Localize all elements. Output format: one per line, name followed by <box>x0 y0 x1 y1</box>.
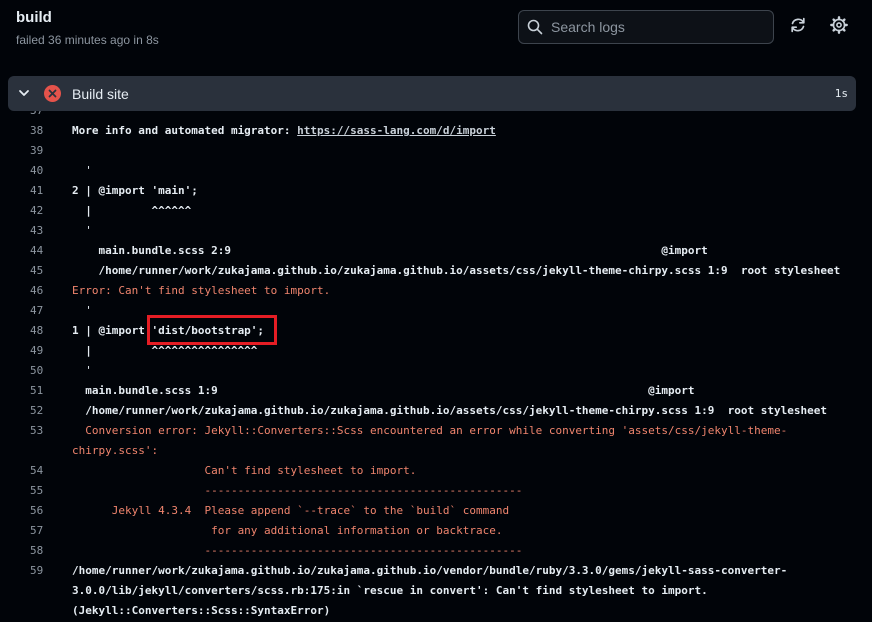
line-text-content: Error: Can't find stylesheet to import. <box>72 284 331 297</box>
line-number[interactable]: 49 <box>30 341 60 361</box>
line-text: for any additional information or backtr… <box>72 521 502 541</box>
line-number[interactable]: 47 <box>30 301 60 321</box>
line-text-content: ' <box>72 304 92 317</box>
line-text-content: More info and automated migrator: <box>72 124 298 137</box>
line-text-content: (Jekyll::Converters::Scss::SyntaxError) <box>72 604 331 617</box>
x-icon <box>48 89 57 98</box>
line-text-content: /home/runner/work/zukajama.github.io/zuk… <box>72 264 841 277</box>
line-text: (Jekyll::Converters::Scss::SyntaxError) <box>72 601 330 621</box>
line-text-content: Jekyll 4.3.4 Please append `--trace` to … <box>72 504 510 517</box>
line-number[interactable]: 48 <box>30 321 60 341</box>
line-number[interactable]: 52 <box>30 401 60 421</box>
line-text-content: ----------------------------------------… <box>72 484 523 497</box>
line-text: main.bundle.scss 2:9 @import <box>72 241 708 261</box>
line-text: chirpy.scss': <box>72 441 158 461</box>
failure-icon <box>44 85 61 102</box>
line-text-content: main.bundle.scss 2:9 @import <box>72 244 708 257</box>
chevron-down-icon[interactable] <box>18 87 30 99</box>
line-number[interactable]: 40 <box>30 161 60 181</box>
line-text: ' <box>72 161 92 181</box>
step-duration: 1s <box>834 87 848 100</box>
line-text: Conversion error: Jekyll::Converters::Sc… <box>72 421 787 441</box>
line-text-content: 2 | @import 'main'; <box>72 184 198 197</box>
line-text-content: ' <box>72 164 92 177</box>
line-text-content: chirpy.scss': <box>72 444 159 457</box>
line-text: ----------------------------------------… <box>72 481 522 501</box>
line-number[interactable]: 59 <box>30 561 60 581</box>
line-text: 3.0.0/lib/jekyll/converters/scss.rb:175:… <box>72 581 708 601</box>
search-box[interactable] <box>518 10 774 44</box>
refresh-icon <box>791 17 805 33</box>
line-number[interactable]: 42 <box>30 201 60 221</box>
line-text: main.bundle.scss 1:9 @import <box>72 381 695 401</box>
line-text: /home/runner/work/zukajama.github.io/zuk… <box>72 261 840 281</box>
line-number[interactable]: 55 <box>30 481 60 501</box>
settings-button[interactable] <box>829 15 849 35</box>
line-text-content: ' <box>72 364 92 377</box>
line-text-content: for any additional information or backtr… <box>72 524 503 537</box>
highlight-box <box>147 315 277 345</box>
line-number[interactable]: 38 <box>30 121 60 141</box>
line-number[interactable]: 50 <box>30 361 60 381</box>
line-number[interactable]: 56 <box>30 501 60 521</box>
step-header[interactable]: Build site 1s <box>8 76 856 111</box>
log-link[interactable]: https://sass-lang.com/d/import <box>297 124 496 137</box>
line-number[interactable]: 51 <box>30 381 60 401</box>
line-text-content: | ^^^^^^ <box>72 204 192 217</box>
line-text-content: main.bundle.scss 1:9 @import <box>72 384 695 397</box>
line-text-content: 3.0.0/lib/jekyll/converters/scss.rb:175:… <box>72 584 708 597</box>
job-status: failed 36 minutes ago in 8s <box>16 33 159 47</box>
gear-icon <box>830 16 848 34</box>
step-name: Build site <box>72 86 129 102</box>
line-text: Error: Can't find stylesheet to import. <box>72 281 330 301</box>
search-input[interactable] <box>551 17 765 37</box>
line-text: ' <box>72 221 92 241</box>
line-number[interactable]: 41 <box>30 181 60 201</box>
line-number[interactable]: 58 <box>30 541 60 561</box>
line-text: /home/runner/work/zukajama.github.io/zuk… <box>72 401 827 421</box>
log-output[interactable]: 3738 More info and automated migrator: ht… <box>0 111 872 622</box>
line-text-content: Conversion error: Jekyll::Converters::Sc… <box>72 424 788 437</box>
line-number[interactable]: 46 <box>30 281 60 301</box>
line-text: ----------------------------------------… <box>72 541 522 561</box>
line-text: Jekyll 4.3.4 Please append `--trace` to … <box>72 501 509 521</box>
line-text-content: /home/runner/work/zukajama.github.io/zuk… <box>72 564 788 577</box>
line-number[interactable]: 44 <box>30 241 60 261</box>
line-number[interactable]: 37 <box>30 111 60 121</box>
line-text-content: ' <box>72 224 92 237</box>
line-number[interactable]: 53 <box>30 421 60 441</box>
job-header: build failed 36 minutes ago in 8s <box>0 0 872 72</box>
line-text-content: | ^^^^^^^^^^^^^^^^ <box>72 344 258 357</box>
line-text: /home/runner/work/zukajama.github.io/zuk… <box>72 561 787 581</box>
line-text: ' <box>72 361 92 381</box>
refresh-button[interactable] <box>788 15 808 35</box>
line-text: More info and automated migrator: https:… <box>72 121 496 141</box>
line-text: 2 | @import 'main'; <box>72 181 198 201</box>
line-text: Can't find stylesheet to import. <box>72 461 416 481</box>
line-number[interactable]: 54 <box>30 461 60 481</box>
line-text: ' <box>72 301 92 321</box>
line-number[interactable]: 45 <box>30 261 60 281</box>
line-number[interactable]: 39 <box>30 141 60 161</box>
line-number[interactable]: 43 <box>30 221 60 241</box>
search-icon <box>527 19 543 35</box>
line-text-content: Can't find stylesheet to import. <box>72 464 417 477</box>
line-text-content: /home/runner/work/zukajama.github.io/zuk… <box>72 404 827 417</box>
line-number[interactable]: 57 <box>30 521 60 541</box>
line-text-content: ----------------------------------------… <box>72 544 523 557</box>
line-text: | ^^^^^^ <box>72 201 191 221</box>
job-title: build <box>16 9 52 26</box>
